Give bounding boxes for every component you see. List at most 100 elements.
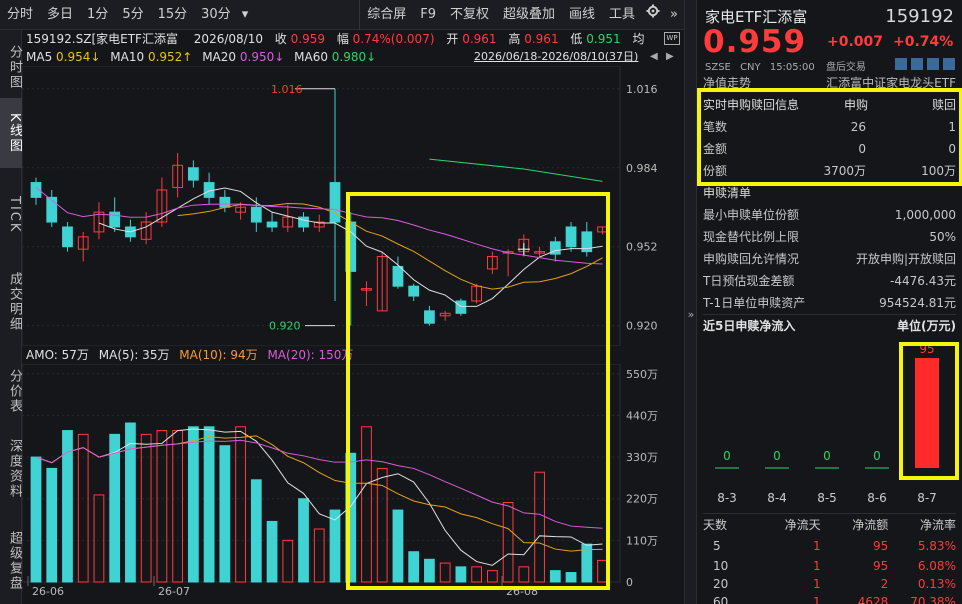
range-next-icon[interactable]: ▶ — [666, 51, 674, 62]
right-info-panel: 家电ETF汇添富 159192 0.959 +0.007 +0.74% SZSE… — [696, 0, 962, 604]
vtab-kline-chart[interactable]: K线图 — [0, 98, 22, 168]
redeem-row-shares: 份额 3700万 100万 — [703, 160, 956, 182]
change-label: 幅 — [336, 32, 349, 46]
app-window: 分时 多日 1分 5分 15分 30分 ▾ 综合屏 F9 不复权 超级叠加 画线… — [0, 0, 962, 604]
list-value: -4476.43元 — [890, 274, 956, 288]
gear-icon[interactable] — [642, 0, 664, 30]
volume-bar — [235, 426, 246, 583]
price-plot-frame — [22, 66, 621, 346]
price-tick-label: 0.952 — [626, 241, 658, 254]
volume-bar — [471, 566, 483, 583]
range-prev-icon[interactable]: ◀ — [650, 51, 658, 62]
volume-bar — [597, 559, 608, 583]
list-title: 申赎清单 — [703, 186, 752, 200]
volume-bar — [424, 558, 435, 583]
date-range-label[interactable]: 2026/06/18-2026/08/10(37日) — [474, 48, 638, 66]
tab-composite-screen[interactable]: 综合屏 — [359, 0, 413, 30]
currency: CNY — [740, 62, 761, 73]
list-value: 954524.81元 — [879, 296, 956, 310]
edit-icon[interactable] — [895, 58, 907, 70]
vtab-intraday-chart[interactable]: 分时图 — [0, 32, 22, 102]
volume-bar — [172, 430, 184, 583]
flow-value-label: 0 — [773, 449, 781, 463]
list-row: 最小申赎单位份额 1,000,000 — [703, 204, 956, 226]
tab-5min[interactable]: 5分 — [115, 0, 150, 30]
volume-bar — [408, 551, 420, 583]
period-dropdown-icon[interactable]: ▾ — [238, 0, 253, 30]
stats-row: 60 1 4628 70.38% — [703, 591, 956, 604]
flow-value-label: 0 — [723, 449, 731, 463]
list-row: T-1日单位申赎资产 954524.81元 — [703, 292, 956, 314]
list-row: T日预估现金差额 -4476.43元 — [703, 270, 956, 292]
tab-multiday[interactable]: 多日 — [40, 0, 80, 30]
volume-bar — [250, 479, 262, 583]
volume-chart[interactable]: 550万 440万 330万 220万 110万 0 26-06 26-07 26-08 — [22, 364, 684, 604]
flow-value-label: 95 — [919, 342, 934, 356]
stats-days: 5 — [713, 539, 721, 553]
chart-icon[interactable] — [927, 58, 939, 70]
super-overlay-button[interactable]: 超级叠加 — [496, 0, 562, 30]
flow5-bar-chart: 0 8-3 0 8-4 0 8-5 0 8-6 95 8-7 — [715, 342, 939, 505]
flow-day-label: 8-4 — [767, 491, 787, 505]
quote-summary-line: 159192.SZ[家电ETF汇添富 2026/08/10 收 0.959 幅 … — [26, 30, 644, 48]
candle-body — [46, 196, 58, 223]
tab-f9[interactable]: F9 — [413, 0, 443, 30]
stats-days: 60 — [713, 595, 729, 604]
volume-bar — [392, 509, 404, 583]
volume-bar — [125, 422, 136, 583]
settings-icon[interactable] — [943, 58, 955, 70]
vtab-price-table[interactable]: 分价表 — [0, 356, 22, 426]
candle-body — [109, 211, 121, 228]
quote-date: 2026/08/10 — [193, 32, 263, 46]
flow5-header: 近5日申赎净流入 单位(万元) — [703, 314, 956, 336]
open-value: 0.961 — [462, 32, 497, 46]
lock-icon[interactable] — [911, 58, 923, 70]
vtab-trade-details[interactable]: 成交明细 — [0, 262, 22, 342]
vtab-depth-info[interactable]: 深度资料 — [0, 426, 22, 512]
security-code: 159192 — [885, 6, 954, 27]
adjust-none-button[interactable]: 不复权 — [443, 0, 496, 30]
subscribe-value: 26 — [850, 120, 866, 134]
tab-intraday[interactable]: 分时 — [0, 0, 40, 30]
subscribe-value: 0 — [858, 142, 866, 156]
amo-value: AMO: 57万 — [26, 348, 89, 362]
ma60-value: 0.980↓ — [331, 50, 377, 64]
low-value: 0.951 — [586, 32, 621, 46]
panel-collapse-bar[interactable]: » — [684, 0, 696, 604]
vtab-super-review[interactable]: 超级复盘 — [0, 518, 22, 604]
list-value: 开放申购|开放赎回 — [855, 252, 956, 266]
nav-section-bar[interactable]: 净值走势 汇添富中证家电龙头ETF — [703, 74, 956, 92]
tools-button[interactable]: 工具 — [602, 0, 642, 30]
low-label: 低 — [570, 32, 583, 46]
stats-flow-rate: 70.38% — [910, 595, 956, 604]
ma60-line — [429, 158, 603, 182]
redeem-row-count: 笔数 26 1 — [703, 116, 956, 138]
security-code-name: 159192.SZ[家电ETF汇添富 — [26, 32, 178, 46]
stats-flow-days: 1 — [813, 539, 821, 553]
kline-chart[interactable]: 1.016 0.984 0.952 0.920 1.016 0.920 — [22, 66, 684, 346]
volume-bar — [549, 570, 561, 583]
volume-bar — [345, 452, 357, 583]
exchange-line: SZSE CNY 15:05:00 盘后交易 — [705, 58, 866, 73]
tab-30min[interactable]: 30分 — [194, 0, 238, 30]
tab-1min[interactable]: 1分 — [80, 0, 115, 30]
ma-indicator-line: MA5 0.954↓ MA10 0.952↑ MA20 0.950↓ MA60 … — [26, 48, 376, 66]
draw-line-button[interactable]: 画线 — [562, 0, 602, 30]
tab-15min[interactable]: 15分 — [151, 0, 195, 30]
volume-bar — [140, 433, 152, 583]
volume-bar — [298, 498, 309, 583]
vtab-tick[interactable]: TICK — [0, 170, 22, 260]
stats-col-flow-days: 净流天 — [784, 518, 821, 532]
wp-badge[interactable]: WP — [664, 32, 680, 45]
expand-icon[interactable]: » — [664, 0, 684, 30]
volume-bar — [62, 430, 73, 583]
nav-trend-label[interactable]: 净值走势 — [703, 74, 751, 92]
row-label: 份额 — [703, 164, 728, 178]
redeem-row-amount: 金额 0 0 — [703, 138, 956, 160]
stats-col-days: 天数 — [703, 518, 728, 532]
volume-bar — [266, 520, 278, 583]
flow5-title: 近5日申赎净流入 — [703, 319, 796, 333]
candle-body — [62, 226, 73, 248]
price-change-pct: +0.74% — [893, 34, 954, 50]
vol-ma10-line — [35, 435, 603, 552]
